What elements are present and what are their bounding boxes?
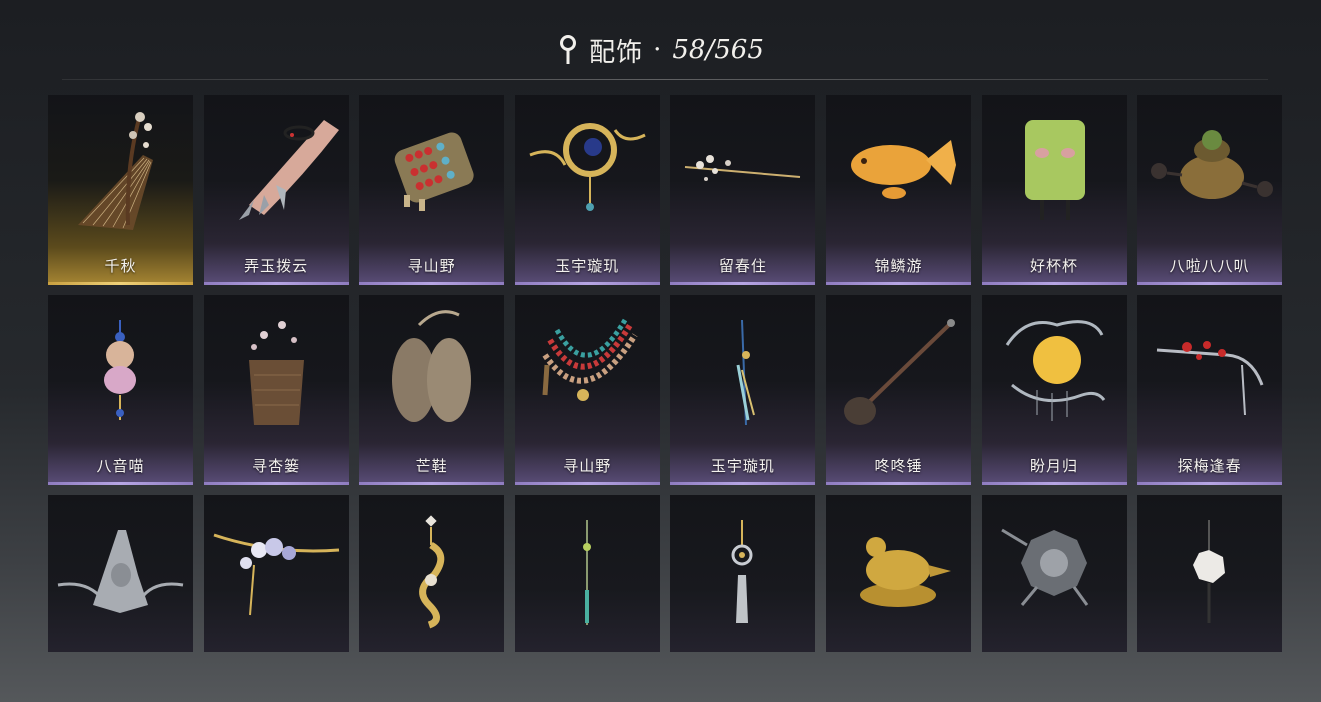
item-label: 寻山野 <box>563 457 612 475</box>
jade-tassel-icon <box>582 520 591 625</box>
header: 配饰 · 58/565 <box>0 30 1321 70</box>
page-title: 配饰 <box>589 37 644 68</box>
gold-swirl-earring-icon <box>419 515 445 629</box>
accessory-card[interactable] <box>48 495 193 652</box>
cat-pendant-icon <box>104 320 136 420</box>
claw-bracelet-icon <box>238 120 339 220</box>
accessory-card[interactable]: 芒鞋 <box>359 295 505 485</box>
item-label: 好杯杯 <box>1030 257 1079 275</box>
plum-hairpin-icon <box>1157 341 1264 416</box>
accessory-card[interactable]: 留春住 <box>670 95 816 285</box>
accessory-card[interactable] <box>514 495 660 652</box>
item-label: 玉宇璇玑 <box>555 257 620 275</box>
accessory-card[interactable] <box>359 495 505 652</box>
moon-ornament-icon <box>1005 320 1105 421</box>
item-label: 留春住 <box>718 257 767 275</box>
item-label: 寻杏篓 <box>252 457 301 475</box>
mallet-icon <box>843 319 955 425</box>
accessory-card[interactable]: 锦鳞游 <box>825 95 971 285</box>
beaded-cuff-icon <box>394 132 474 211</box>
item-label: 锦鳞游 <box>874 257 923 275</box>
drum-creature-icon <box>1151 130 1274 199</box>
item-label: 探梅逢春 <box>1177 457 1242 475</box>
collection-count: 58/565 <box>672 35 764 65</box>
item-label: 玉宇璇玑 <box>710 457 775 475</box>
armillary-ornament-icon <box>529 123 646 211</box>
item-label: 寻山野 <box>407 257 456 275</box>
header-divider <box>62 79 1268 80</box>
item-label: 八啦八八叭 <box>1169 257 1250 275</box>
cup-creature-icon <box>1024 120 1085 220</box>
accessory-card[interactable]: 千秋 <box>48 95 193 285</box>
tassel-pendant-icon <box>736 319 756 426</box>
item-label: 弄玉拨云 <box>244 257 309 275</box>
accessory-card[interactable]: 探梅逢春 <box>1137 295 1283 485</box>
ring-tassel-icon <box>731 520 753 623</box>
white-charm-icon <box>1193 520 1226 623</box>
accessory-grid: 千秋 弄玉拨云 寻山野 玉宇璇玑 留春住 锦鳞游 好杯杯 八啦八八叭 八音喵 寻… <box>48 95 1283 652</box>
accessory-card[interactable] <box>203 495 349 652</box>
item-label: 八音喵 <box>96 457 145 475</box>
accessory-card[interactable]: 玉宇璇玑 <box>670 295 816 485</box>
silver-crown-icon <box>57 530 184 613</box>
straw-sandals-icon <box>392 310 472 422</box>
accessory-card[interactable]: 弄玉拨云 <box>203 95 349 285</box>
accessory-card[interactable] <box>981 495 1127 652</box>
item-label: 千秋 <box>104 257 137 275</box>
orchid-hairpin-icon <box>213 533 339 616</box>
golden-fish-icon <box>850 140 956 199</box>
accessory-card[interactable]: 寻山野 <box>359 95 505 285</box>
accessory-card[interactable]: 好杯杯 <box>981 95 1127 285</box>
item-label: 咚咚锤 <box>874 457 923 475</box>
bagua-mirror-icon <box>1000 528 1088 606</box>
accessory-card[interactable] <box>825 495 971 652</box>
accessory-card[interactable] <box>1137 495 1283 652</box>
accessory-card[interactable]: 八音喵 <box>48 295 193 485</box>
golden-bird-icon <box>859 537 951 607</box>
item-label: 芒鞋 <box>415 457 448 475</box>
item-label: 盼月归 <box>1030 457 1079 475</box>
title-separator: · <box>653 35 663 65</box>
accessory-card[interactable]: 玉宇璇玑 <box>514 95 660 285</box>
accessory-card[interactable]: 咚咚锤 <box>825 295 971 485</box>
guzheng-icon <box>78 112 153 230</box>
location-pin-icon <box>560 35 577 64</box>
bead-necklace-icon <box>542 318 638 401</box>
accessory-card[interactable]: 八啦八八叭 <box>1137 95 1283 285</box>
accessory-card[interactable]: 盼月归 <box>981 295 1127 485</box>
accessory-card[interactable] <box>670 495 816 652</box>
apricot-basket-icon <box>248 321 304 425</box>
accessory-card[interactable]: 寻山野 <box>514 295 660 485</box>
accessory-card[interactable]: 寻杏篓 <box>203 295 349 485</box>
flower-hairpin-icon <box>685 155 801 181</box>
